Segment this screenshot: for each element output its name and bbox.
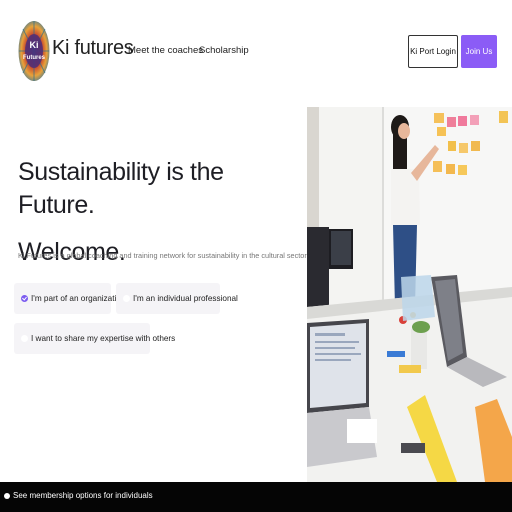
ki-port-login-button[interactable]: Ki Port Login (408, 35, 458, 68)
office-photo (307, 107, 512, 482)
option-organization-label: I'm part of an organization (31, 294, 126, 303)
hero-subtitle: Ki Futures is a global coaching and trai… (18, 251, 309, 260)
option-share-label: I want to share my expertise with others (31, 334, 176, 343)
ki-futures-logo-icon: Ki Futures (18, 20, 50, 82)
svg-text:Ki: Ki (30, 40, 39, 50)
bullet-icon (4, 493, 10, 499)
radio-empty-icon (123, 295, 130, 302)
nav-scholarship[interactable]: Scholarship (199, 45, 249, 56)
hero-title-line1: Sustainability is the Future. (18, 158, 224, 219)
svg-text:Futures: Futures (23, 55, 46, 61)
radio-empty-icon (21, 335, 28, 342)
option-share-expertise[interactable]: I want to share my expertise with others (14, 323, 175, 354)
nav-meet-the-coaches[interactable]: Meet the coaches (128, 45, 203, 56)
logo-link[interactable]: Ki Futures (18, 20, 50, 82)
option-individual[interactable]: I'm an individual professional (116, 283, 238, 314)
option-individual-label: I'm an individual professional (133, 294, 238, 303)
membership-options-link[interactable]: See membership options for individuals (13, 491, 153, 500)
checkmark-icon (21, 295, 28, 302)
option-organization[interactable]: I'm part of an organization (14, 283, 125, 314)
join-us-button[interactable]: Join Us (461, 35, 497, 68)
brand-name[interactable]: Ki futures (52, 37, 134, 60)
site-header: Ki Futures Ki futures Meet the coaches S… (0, 0, 512, 104)
